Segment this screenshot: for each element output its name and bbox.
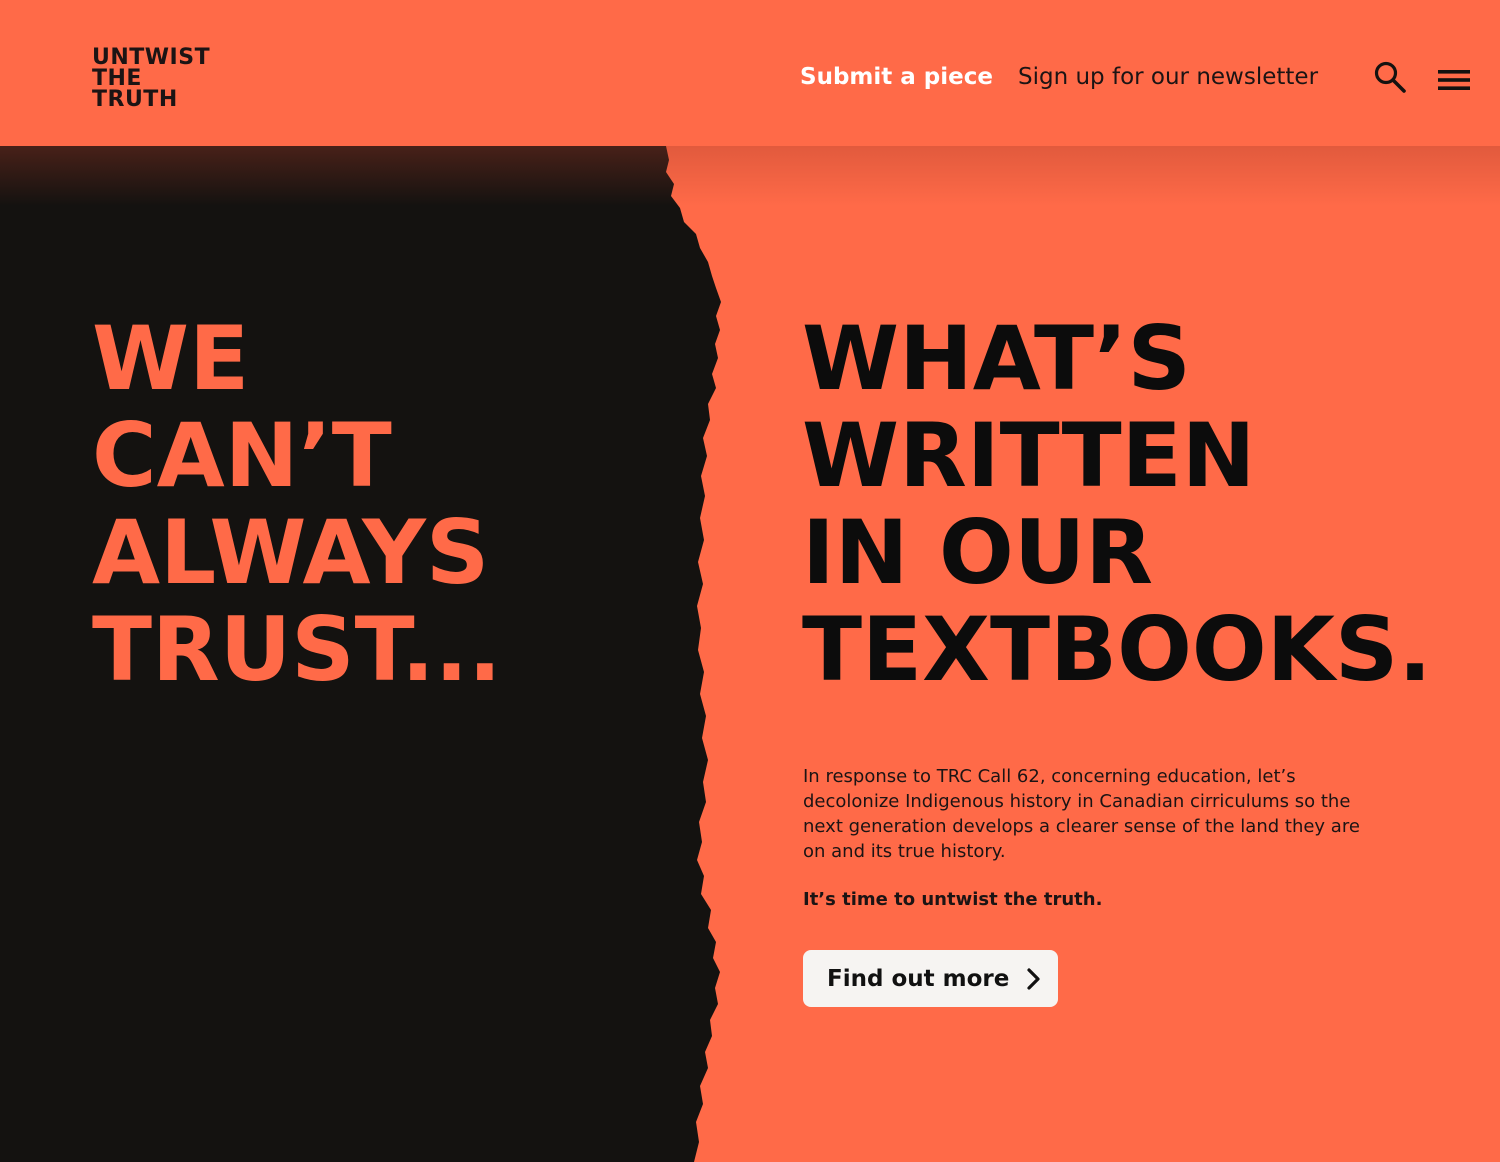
left-headline: WE CAN’T ALWAYS TRUST...: [92, 310, 502, 698]
headline-line: TRUST...: [92, 598, 502, 701]
headline-line: ALWAYS: [92, 501, 490, 604]
nav-submit-link[interactable]: Submit a piece: [800, 64, 993, 90]
headline-line: WE: [92, 307, 250, 410]
nav-newsletter-link[interactable]: Sign up for our newsletter: [1018, 64, 1318, 90]
logo[interactable]: UNTWIST THE TRUTH: [92, 45, 211, 112]
intro-paragraph: In response to TRC Call 62, concerning e…: [803, 766, 1360, 862]
menu-icon[interactable]: [1438, 68, 1470, 92]
chevron-right-icon: [1027, 968, 1040, 990]
headline-line: WRITTEN: [802, 404, 1256, 507]
cta-label: Find out more: [827, 965, 1010, 992]
headline-line: IN OUR: [802, 501, 1154, 604]
site-header: UNTWIST THE TRUTH Submit a piece Sign up…: [0, 0, 1500, 146]
search-icon[interactable]: [1373, 60, 1407, 94]
logo-line: UNTWIST: [92, 45, 211, 70]
logo-line: THE: [92, 66, 142, 91]
logo-line: TRUTH: [92, 87, 178, 112]
headline-line: WHAT’S: [802, 307, 1191, 410]
tagline: It’s time to untwist the truth.: [803, 889, 1103, 910]
find-out-more-button[interactable]: Find out more: [803, 950, 1058, 1007]
headline-line: TEXTBOOKS.: [802, 598, 1432, 701]
headline-line: CAN’T: [92, 404, 392, 507]
right-headline: WHAT’S WRITTEN IN OUR TEXTBOOKS.: [802, 310, 1432, 698]
